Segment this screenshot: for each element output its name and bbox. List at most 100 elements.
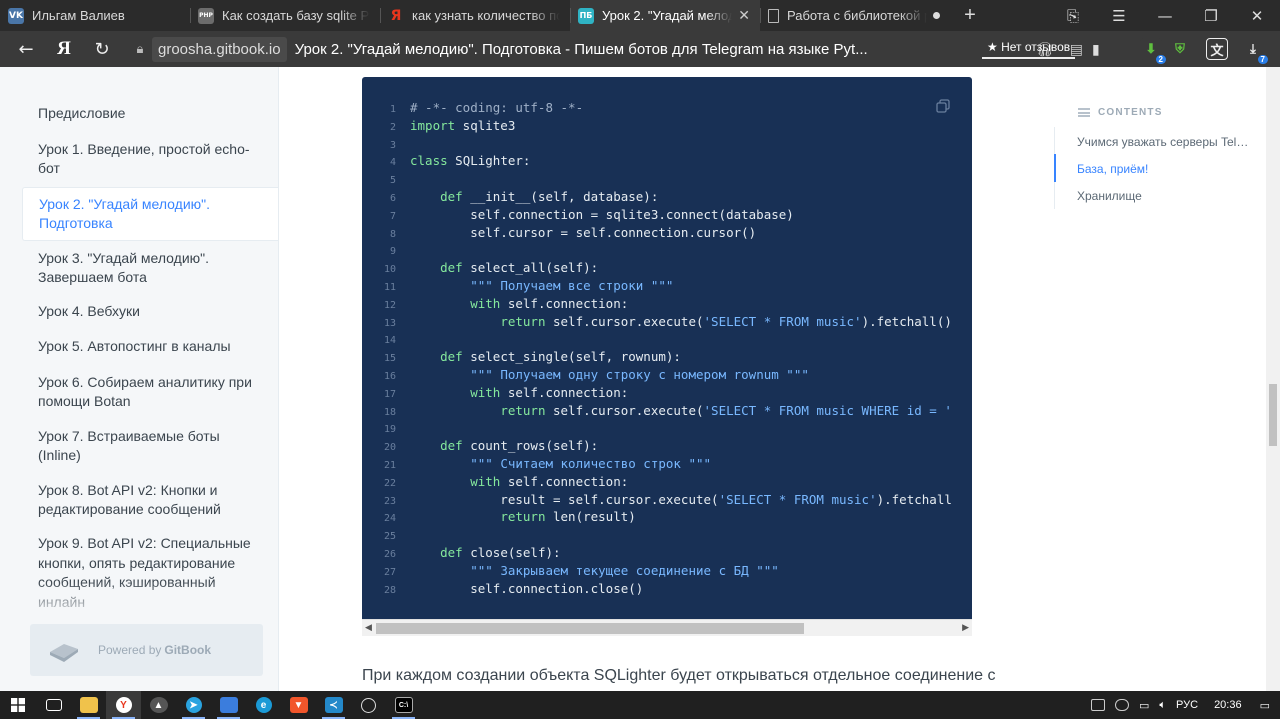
code-line: 3 — [362, 135, 410, 153]
notifications-icon[interactable]: ▭ — [1260, 699, 1270, 712]
tab-vk[interactable]: VK Ильгам Валиев — [0, 0, 190, 31]
sidebar-item-lesson-8[interactable]: Урок 8. Bot API v2: Кнопки и редактирова… — [22, 479, 278, 521]
code-horizontal-scrollbar[interactable]: ◀ ▶ — [362, 619, 972, 636]
reviews-button[interactable]: ★ Нет отзывов — [982, 37, 1076, 59]
code-block: 1 # -*- coding: utf-8 -*- 2 import sqlite3 3… — [362, 77, 972, 620]
code-line: 27 """ Закрываем текущее соединение с БД… — [362, 562, 779, 580]
cloud-icon[interactable] — [1115, 699, 1130, 711]
task-view-button[interactable] — [36, 691, 71, 719]
tab-title: Ильгам Валиев — [32, 8, 125, 23]
code-line: 26 def close(self): — [362, 544, 561, 562]
code-token: self.connection: — [500, 384, 629, 400]
copy-icon[interactable] — [936, 99, 950, 113]
taskbar-vscode[interactable]: ≺ — [316, 691, 351, 719]
code-token: """ Получаем одну строку с номером rownu… — [470, 367, 809, 382]
code-line: 10 def select_all(self): — [362, 259, 598, 277]
close-window-icon[interactable]: ✕ — [1234, 7, 1280, 25]
scrollbar-thumb[interactable] — [376, 623, 804, 634]
code-token: self.connection: — [500, 473, 629, 489]
tab-yandex-search[interactable]: Я как узнать количество поле — [380, 0, 570, 31]
sidebar-item-lesson-2[interactable]: Урок 2. "Угадай мелодию". Подготовка — [22, 187, 278, 241]
back-button[interactable]: ← — [7, 39, 45, 60]
lock-icon[interactable]: 🔒︎ — [128, 41, 152, 57]
code-line: 6 def __init__(self, database): — [362, 188, 658, 206]
sidebar-item-lesson-6[interactable]: Урок 6. Собираем аналитику при помощи Bo… — [22, 371, 278, 413]
scroll-right-icon[interactable]: ▶ — [962, 622, 969, 633]
sidebar-item-lesson-4[interactable]: Урок 4. Вебхуки — [22, 301, 278, 323]
sidebar-item-label: Предисловие — [38, 105, 126, 122]
download-extension-icon[interactable]: ⬇ 2 — [1140, 38, 1166, 64]
bookmarks-icon[interactable]: ⎘ — [1050, 7, 1096, 25]
tab-pandas[interactable]: Работа с библиотекой pandas — [760, 0, 950, 31]
system-tray: ▭ 🔈︎ РУС 20:36 ▭ — [1091, 699, 1280, 712]
toc-item-storage[interactable]: Хранилище — [1077, 189, 1253, 203]
toc-active-marker — [1054, 154, 1056, 182]
volume-icon[interactable]: 🔈︎ — [1159, 699, 1166, 712]
gitbook-logo-icon — [50, 644, 78, 662]
scroll-left-icon[interactable]: ◀ — [365, 622, 372, 633]
code-line: 17 with self.connection: — [362, 384, 628, 402]
code-token: import — [410, 117, 456, 133]
start-button[interactable] — [0, 691, 36, 719]
code-line: 14 — [362, 330, 410, 348]
taskbar-yandex-browser[interactable]: Y — [106, 691, 141, 719]
toc-item-telegram-servers[interactable]: Учимся уважать серверы Telegram — [1077, 135, 1253, 149]
sidebar-item-label: Урок 5. Автопостинг в каналы — [38, 338, 231, 355]
sidebar-item-lesson-5[interactable]: Урок 5. Автопостинг в каналы — [22, 336, 278, 358]
code-line: 19 — [362, 419, 410, 437]
powered-prefix: Powered by — [98, 643, 162, 657]
body-paragraph: При каждом создании объекта SQLighter бу… — [362, 667, 996, 684]
restore-icon[interactable]: ❐ — [1188, 7, 1234, 25]
new-tab-button[interactable]: + — [950, 0, 990, 31]
shield-icon[interactable]: ⛨ — [1169, 38, 1191, 60]
app-icon: ▲ — [149, 697, 168, 713]
minimize-icon[interactable]: — — [1142, 7, 1188, 25]
taskbar-speed[interactable] — [351, 691, 386, 719]
network-icon[interactable] — [1091, 699, 1106, 711]
taskbar-notepad[interactable] — [211, 691, 246, 719]
taskbar-telegram[interactable]: ➤ — [176, 691, 211, 719]
gitbook-space-icon: ПБ — [578, 7, 594, 24]
battery-icon[interactable]: ▭ — [1139, 699, 1149, 712]
taskbar-edge[interactable]: e — [246, 691, 281, 719]
taskbar-terminal[interactable]: C:\ — [386, 691, 421, 719]
page-vertical-scrollbar[interactable] — [1266, 67, 1280, 691]
reload-button[interactable]: ↻ — [83, 39, 121, 60]
powered-by-gitbook-link[interactable]: Powered by GitBook — [30, 624, 263, 676]
code-line: 9 — [362, 241, 410, 259]
sidebar-item-lesson-3[interactable]: Урок 3. "Угадай мелодию". Завершаем бота — [22, 247, 278, 289]
sidebar-item-lesson-7[interactable]: Урок 7. Встраиваемые боты (Inline) — [22, 425, 278, 467]
toc-item-database[interactable]: База, приём! — [1077, 162, 1253, 176]
downloads-icon[interactable]: ⤓ 7 — [1242, 38, 1268, 64]
bookmark-icon[interactable]: ▮ — [1092, 41, 1100, 58]
close-tab-icon[interactable]: ✕ — [738, 7, 750, 24]
list-icon — [1078, 108, 1090, 117]
taskbar-app[interactable]: ▲ — [141, 691, 176, 719]
code-line: 13 return self.cursor.execute('SELECT * … — [362, 313, 952, 331]
input-language[interactable]: РУС — [1176, 699, 1198, 711]
code-line: 12 with self.connection: — [362, 295, 628, 313]
clock[interactable]: 20:36 — [1214, 699, 1242, 711]
translate-icon[interactable]: 文 — [1206, 38, 1228, 60]
code-token: __init__(self, database): — [462, 189, 659, 204]
yandex-home-button[interactable]: Я — [45, 38, 83, 60]
sidebar-item-preface[interactable]: Предисловие — [22, 103, 278, 125]
tab-sqlite[interactable]: PHP Как создать базу sqlite Python — [190, 0, 380, 31]
url-page-title: Урок 2. "Угадай мелодию". Подготовка - П… — [294, 40, 868, 58]
terminal-icon: C:\ — [394, 697, 413, 713]
tab-strip: VK Ильгам Валиев PHP Как создать базу sq… — [0, 0, 1280, 31]
tab-title: как узнать количество поле — [412, 8, 560, 23]
code-token: def — [440, 260, 463, 276]
tab-lesson-2[interactable]: ПБ Урок 2. "Угадай мелодию" ✕ — [570, 0, 760, 31]
code-token: return — [500, 313, 546, 329]
taskbar-explorer[interactable] — [71, 691, 106, 719]
sidebar-item-lesson-1[interactable]: Урок 1. Введение, простой echo-бот — [22, 138, 278, 180]
scrollbar-thumb[interactable] — [1269, 384, 1277, 446]
taskbar-brave[interactable]: ▼ — [281, 691, 316, 719]
edge-icon: e — [255, 697, 272, 713]
menu-icon[interactable]: ☰ — [1096, 7, 1142, 25]
